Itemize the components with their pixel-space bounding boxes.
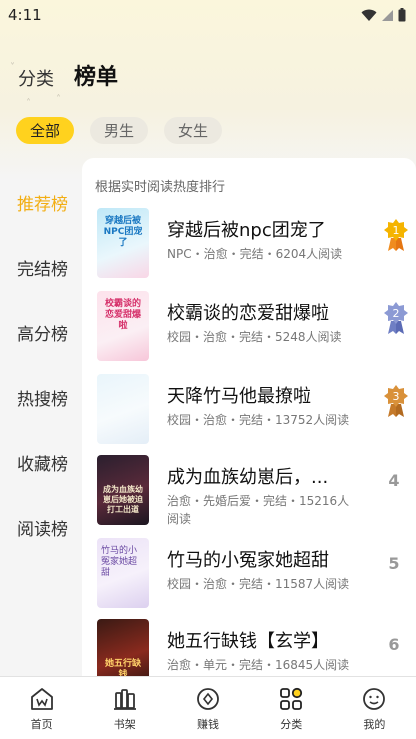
book-meta: 治愈・先婚后爱・完结・15216人阅读: [167, 494, 350, 526]
ranking-subtitle: 根据实时阅读热度排行: [95, 180, 226, 195]
cover-title: 校霸谈的恋爱甜爆啦: [104, 299, 141, 331]
status-icons: [361, 8, 406, 22]
book-cover: 穿越后被NPC团宠了: [97, 208, 149, 278]
nav-label: 我的: [363, 718, 386, 731]
bookshelf-icon: [113, 689, 136, 710]
decoration-chevron: ˄: [26, 98, 31, 109]
bottom-nav: 首页 书架 赚钱 分类 我的: [0, 676, 416, 739]
nav-home[interactable]: 首页: [0, 677, 83, 739]
gold-medal-icon: 1: [384, 219, 408, 251]
home-icon: [30, 688, 53, 710]
book-item[interactable]: 她五行缺钱 她五行缺钱【玄学】 治愈・单元・完结・16845人阅读 6: [97, 619, 409, 678]
bronze-medal-icon: 3: [384, 385, 408, 417]
profile-icon: [363, 688, 386, 710]
nav-earn[interactable]: 赚钱: [166, 677, 249, 739]
book-cover: 成为血族幼崽后她被迫打工出道: [97, 455, 149, 525]
filter-female[interactable]: 女生: [164, 117, 223, 144]
side-item-hot-search[interactable]: 热搜榜: [0, 365, 82, 430]
nav-category[interactable]: 分类: [250, 677, 333, 739]
cover-title: 成为血族幼崽后她被迫打工出道: [103, 485, 143, 514]
cover-title: 穿越后被NPC团宠了: [103, 216, 143, 248]
book-cover: [97, 374, 149, 444]
category-icon: [280, 687, 303, 710]
nav-label: 书架: [113, 718, 136, 731]
earn-icon: [197, 688, 219, 710]
book-title: 她五行缺钱【玄学】: [167, 631, 329, 652]
side-item-favorites[interactable]: 收藏榜: [0, 430, 82, 495]
book-title: 天降竹马他最撩啦: [167, 386, 311, 407]
book-title: 穿越后被npc团宠了: [167, 220, 326, 241]
battery-icon: [398, 8, 406, 22]
side-item-high-score[interactable]: 高分榜: [0, 300, 82, 365]
rank-number: 5: [388, 554, 400, 573]
rank-number: 6: [388, 635, 400, 654]
book-item[interactable]: 校霸谈的恋爱甜爆啦 校霸谈的恋爱甜爆啦 校园・治愈・完结・5248人阅读 2: [97, 291, 409, 363]
tab-ranking[interactable]: 榜单: [71, 59, 118, 93]
rank-number: 2: [393, 307, 400, 320]
side-item-completed[interactable]: 完结榜: [0, 235, 82, 300]
rank-number: 3: [393, 390, 400, 403]
nav-bookshelf[interactable]: 书架: [83, 677, 166, 739]
nav-label: 首页: [30, 718, 53, 731]
book-item[interactable]: 天降竹马他最撩啦 校园・治愈・完结・13752人阅读 3: [97, 374, 409, 446]
book-cover: 她五行缺钱: [97, 619, 149, 678]
decoration-chevron: ˅: [10, 62, 15, 73]
book-title: 竹马的小冤家她超甜: [167, 550, 329, 571]
filter-male[interactable]: 男生: [90, 117, 149, 144]
book-meta: 校园・治愈・完结・5248人阅读: [167, 330, 342, 344]
book-meta: NPC・治愈・完结・6204人阅读: [167, 247, 343, 261]
book-cover: 竹马的小冤家她超甜: [97, 538, 149, 608]
book-meta: 校园・治愈・完结・11587人阅读: [167, 577, 350, 591]
rank-number: 1: [393, 224, 400, 237]
silver-medal-icon: 2: [384, 302, 408, 334]
nav-label: 赚钱: [197, 718, 219, 731]
ranking-side-nav: 推荐榜 完结榜 高分榜 热搜榜 收藏榜 阅读榜: [0, 170, 82, 560]
book-item[interactable]: 竹马的小冤家她超甜 竹马的小冤家她超甜 校园・治愈・完结・11587人阅读 5: [97, 538, 409, 610]
book-item[interactable]: 成为血族幼崽后她被迫打工出道 成为血族幼崽后，... 治愈・先婚后爱・完结・15…: [97, 455, 409, 527]
signal-icon: [382, 9, 393, 21]
side-item-reading[interactable]: 阅读榜: [0, 495, 82, 560]
wifi-icon: [361, 9, 377, 21]
cover-title: 竹马的小冤家她超甜: [101, 546, 138, 578]
nav-profile[interactable]: 我的: [333, 677, 416, 739]
side-item-recommended[interactable]: 推荐榜: [0, 170, 82, 235]
status-bar: 4:11: [0, 0, 416, 30]
book-title: 成为血族幼崽后，...: [167, 467, 329, 488]
ranking-list-panel: 根据实时阅读热度排行 穿越后被NPC团宠了 穿越后被npc团宠了 NPC・治愈・…: [82, 158, 416, 678]
status-time: 4:11: [8, 6, 42, 24]
filter-all[interactable]: 全部: [16, 117, 75, 144]
book-item[interactable]: 穿越后被NPC团宠了 穿越后被npc团宠了 NPC・治愈・完结・6204人阅读 …: [97, 208, 409, 280]
decoration-chevron: ˄: [56, 94, 61, 105]
book-title: 校霸谈的恋爱甜爆啦: [167, 303, 329, 324]
nav-label: 分类: [280, 718, 303, 731]
tab-category[interactable]: 分类: [18, 65, 54, 91]
book-meta: 治愈・单元・完结・16845人阅读: [167, 658, 350, 672]
header-tabs: 分类 榜单: [18, 55, 118, 93]
book-meta: 校园・治愈・完结・13752人阅读: [167, 413, 350, 427]
gender-filter: 全部 男生 女生: [16, 117, 223, 144]
rank-number: 4: [388, 471, 400, 490]
book-cover: 校霸谈的恋爱甜爆啦: [97, 291, 149, 361]
